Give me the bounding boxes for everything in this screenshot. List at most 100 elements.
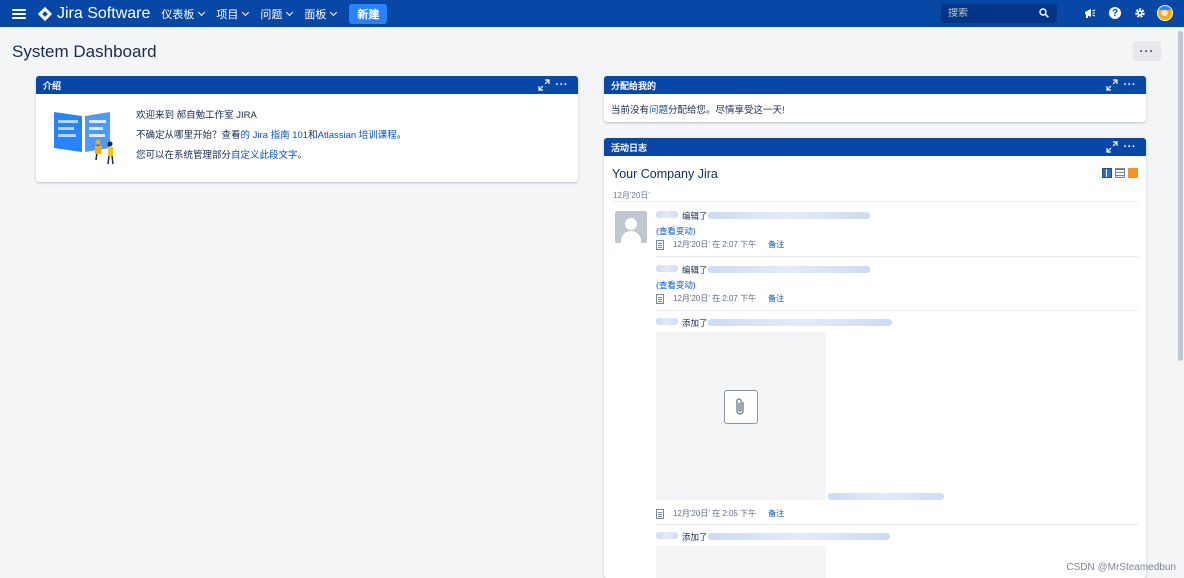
redacted-user: [656, 318, 678, 325]
view-changes-link[interactable]: (查看变动): [656, 225, 696, 237]
gadget-title: 活动日志: [611, 142, 648, 153]
nav-icons: ?: [1074, 4, 1174, 22]
intro-welcome: 欢迎来到 郝自勉工作室 JIRA: [136, 110, 257, 121]
redacted-filename: [828, 493, 944, 500]
comment-link[interactable]: 备注: [768, 508, 784, 519]
notifications-icon[interactable]: [1081, 4, 1099, 22]
grid-view-icon[interactable]: [1102, 168, 1112, 178]
top-navigation-bar: Jira Software 仪表板 项目 问题 面板 新建 ?: [0, 0, 1184, 27]
megaphone-icon: [1085, 9, 1096, 18]
main-menu: 仪表板 项目 问题 面板: [161, 6, 348, 22]
gadget-title: 分配给我的: [611, 80, 657, 91]
entry-meta: 12月'20日' 在 2:05 下午 备注: [656, 508, 784, 519]
entry-action: 添加了: [682, 318, 708, 328]
divider: [656, 524, 1138, 525]
expand-icon[interactable]: [1105, 79, 1118, 91]
expand-icon[interactable]: [1105, 141, 1118, 153]
gadget-header: 活动日志 ···: [604, 138, 1146, 156]
gadget-tools: ···: [1105, 141, 1137, 153]
intro-text-fragment: 和: [308, 130, 318, 141]
jira-guide-link[interactable]: 的 Jira 指南 101: [241, 130, 309, 141]
menu-dashboards-label: 仪表板: [161, 8, 195, 21]
search-input[interactable]: [948, 8, 1038, 19]
entry-time: 12月'20日' 在 2:07 下午: [673, 294, 757, 303]
view-changes-link[interactable]: (查看变动): [656, 279, 696, 291]
menu-boards-label: 面板: [304, 8, 327, 21]
gadget-more-button[interactable]: ···: [556, 80, 569, 91]
gadget-tools: ···: [1105, 79, 1137, 91]
list-view-icon[interactable]: [1115, 168, 1125, 178]
gadget-more-button[interactable]: ···: [1124, 80, 1137, 91]
intro-text-fragment: 。: [396, 130, 407, 141]
watermark: CSDN @MrSteamedbun: [1066, 562, 1176, 573]
rss-feed-icon[interactable]: [1128, 168, 1138, 178]
search-box: [941, 4, 1057, 23]
entry-action: 添加了: [682, 532, 708, 542]
document-icon: [656, 239, 664, 250]
attachment-icon[interactable]: [724, 390, 758, 424]
redacted-user: [656, 265, 678, 272]
gadget-tools: ···: [537, 79, 569, 91]
entry-action: 编辑了: [682, 211, 708, 221]
customize-text-link[interactable]: 自定义此段文字: [231, 150, 298, 161]
intro-illustration: [54, 112, 114, 165]
divider: [656, 310, 1138, 311]
divider: [612, 201, 1138, 202]
entry-action: 编辑了: [682, 265, 708, 275]
chevron-down-icon: [286, 8, 294, 16]
menu-projects[interactable]: 项目: [216, 6, 250, 22]
gear-icon: [1135, 8, 1145, 18]
document-icon: [656, 293, 664, 304]
divider: [656, 256, 1138, 257]
scrollbar-thumb[interactable]: [1178, 31, 1183, 361]
comment-link[interactable]: 备注: [768, 293, 784, 304]
activity-stream-gadget: 活动日志 ··· Your Company Jira 12月'20日' 编辑了 …: [604, 138, 1146, 578]
user-avatar[interactable]: [615, 211, 647, 243]
app-switcher-icon[interactable]: [12, 8, 26, 19]
page-scrollbar[interactable]: [1177, 27, 1184, 578]
intro-text-fragment: 。: [297, 150, 308, 161]
chevron-down-icon: [198, 8, 206, 16]
intro-getting-started: 不确定从哪里开始？查看的 Jira 指南 101和Atlassian 培训课程。: [136, 130, 406, 142]
dashboard-more-button[interactable]: ···: [1133, 41, 1161, 61]
stream-title: Your Company Jira: [612, 167, 718, 181]
entry-meta: 12月'20日' 在 2:07 下午 备注: [656, 239, 784, 250]
gadget-header: 分配给我的 ···: [604, 76, 1146, 94]
gadget-title: 介绍: [43, 80, 62, 91]
jira-logo-icon: [38, 7, 52, 21]
intro-body: 欢迎来到 郝自勉工作室 JIRA 不确定从哪里开始？查看的 Jira 指南 10…: [36, 94, 578, 182]
gadget-more-button[interactable]: ···: [1124, 142, 1137, 153]
help-icon[interactable]: ?: [1106, 4, 1124, 22]
redacted-issue: [708, 533, 890, 540]
menu-issues[interactable]: 问题: [260, 6, 294, 22]
menu-boards[interactable]: 面板: [304, 6, 338, 22]
atlassian-training-link[interactable]: Atlassian 培训课程: [318, 130, 397, 141]
issues-link[interactable]: 问题: [649, 105, 668, 116]
attachment-preview[interactable]: [656, 546, 826, 578]
document-icon: [656, 508, 664, 519]
intro-gadget: 介绍 ··· 欢迎来到 郝自勉工作室 JIRA 不确定从哪里开始？查看的 Jir…: [36, 76, 578, 182]
page-title: System Dashboard: [12, 42, 157, 61]
intro-text: 欢迎来到 郝自勉工作室 JIRA 不确定从哪里开始？查看的 Jira 指南 10…: [136, 110, 406, 170]
create-button[interactable]: 新建: [349, 3, 388, 24]
assigned-text-fragment: 分配给您。尽情享受这一天!: [668, 105, 785, 116]
settings-icon[interactable]: [1131, 4, 1149, 22]
entry-time: 12月'20日' 在 2:07 下午: [673, 240, 757, 249]
logo-text: Jira Software: [57, 4, 151, 22]
menu-issues-label: 问题: [260, 8, 283, 21]
redacted-user: [656, 211, 678, 218]
redacted-user: [656, 532, 678, 539]
chevron-down-icon: [330, 8, 338, 16]
chevron-down-icon: [242, 8, 250, 16]
help-glyph: ?: [1109, 7, 1121, 19]
comment-link[interactable]: 备注: [768, 239, 784, 250]
jira-logo[interactable]: Jira Software: [38, 5, 150, 23]
profile-button[interactable]: [1156, 4, 1174, 22]
assigned-text-fragment: 当前没有: [611, 105, 650, 116]
expand-icon[interactable]: [537, 79, 550, 91]
intro-text-fragment: 您可以在系统管理部分: [136, 150, 232, 161]
entry-time: 12月'20日' 在 2:05 下午: [673, 509, 757, 518]
menu-dashboards[interactable]: 仪表板: [161, 6, 206, 22]
search-icon[interactable]: [1039, 8, 1049, 18]
entry-meta: 12月'20日' 在 2:07 下午 备注: [656, 293, 784, 304]
